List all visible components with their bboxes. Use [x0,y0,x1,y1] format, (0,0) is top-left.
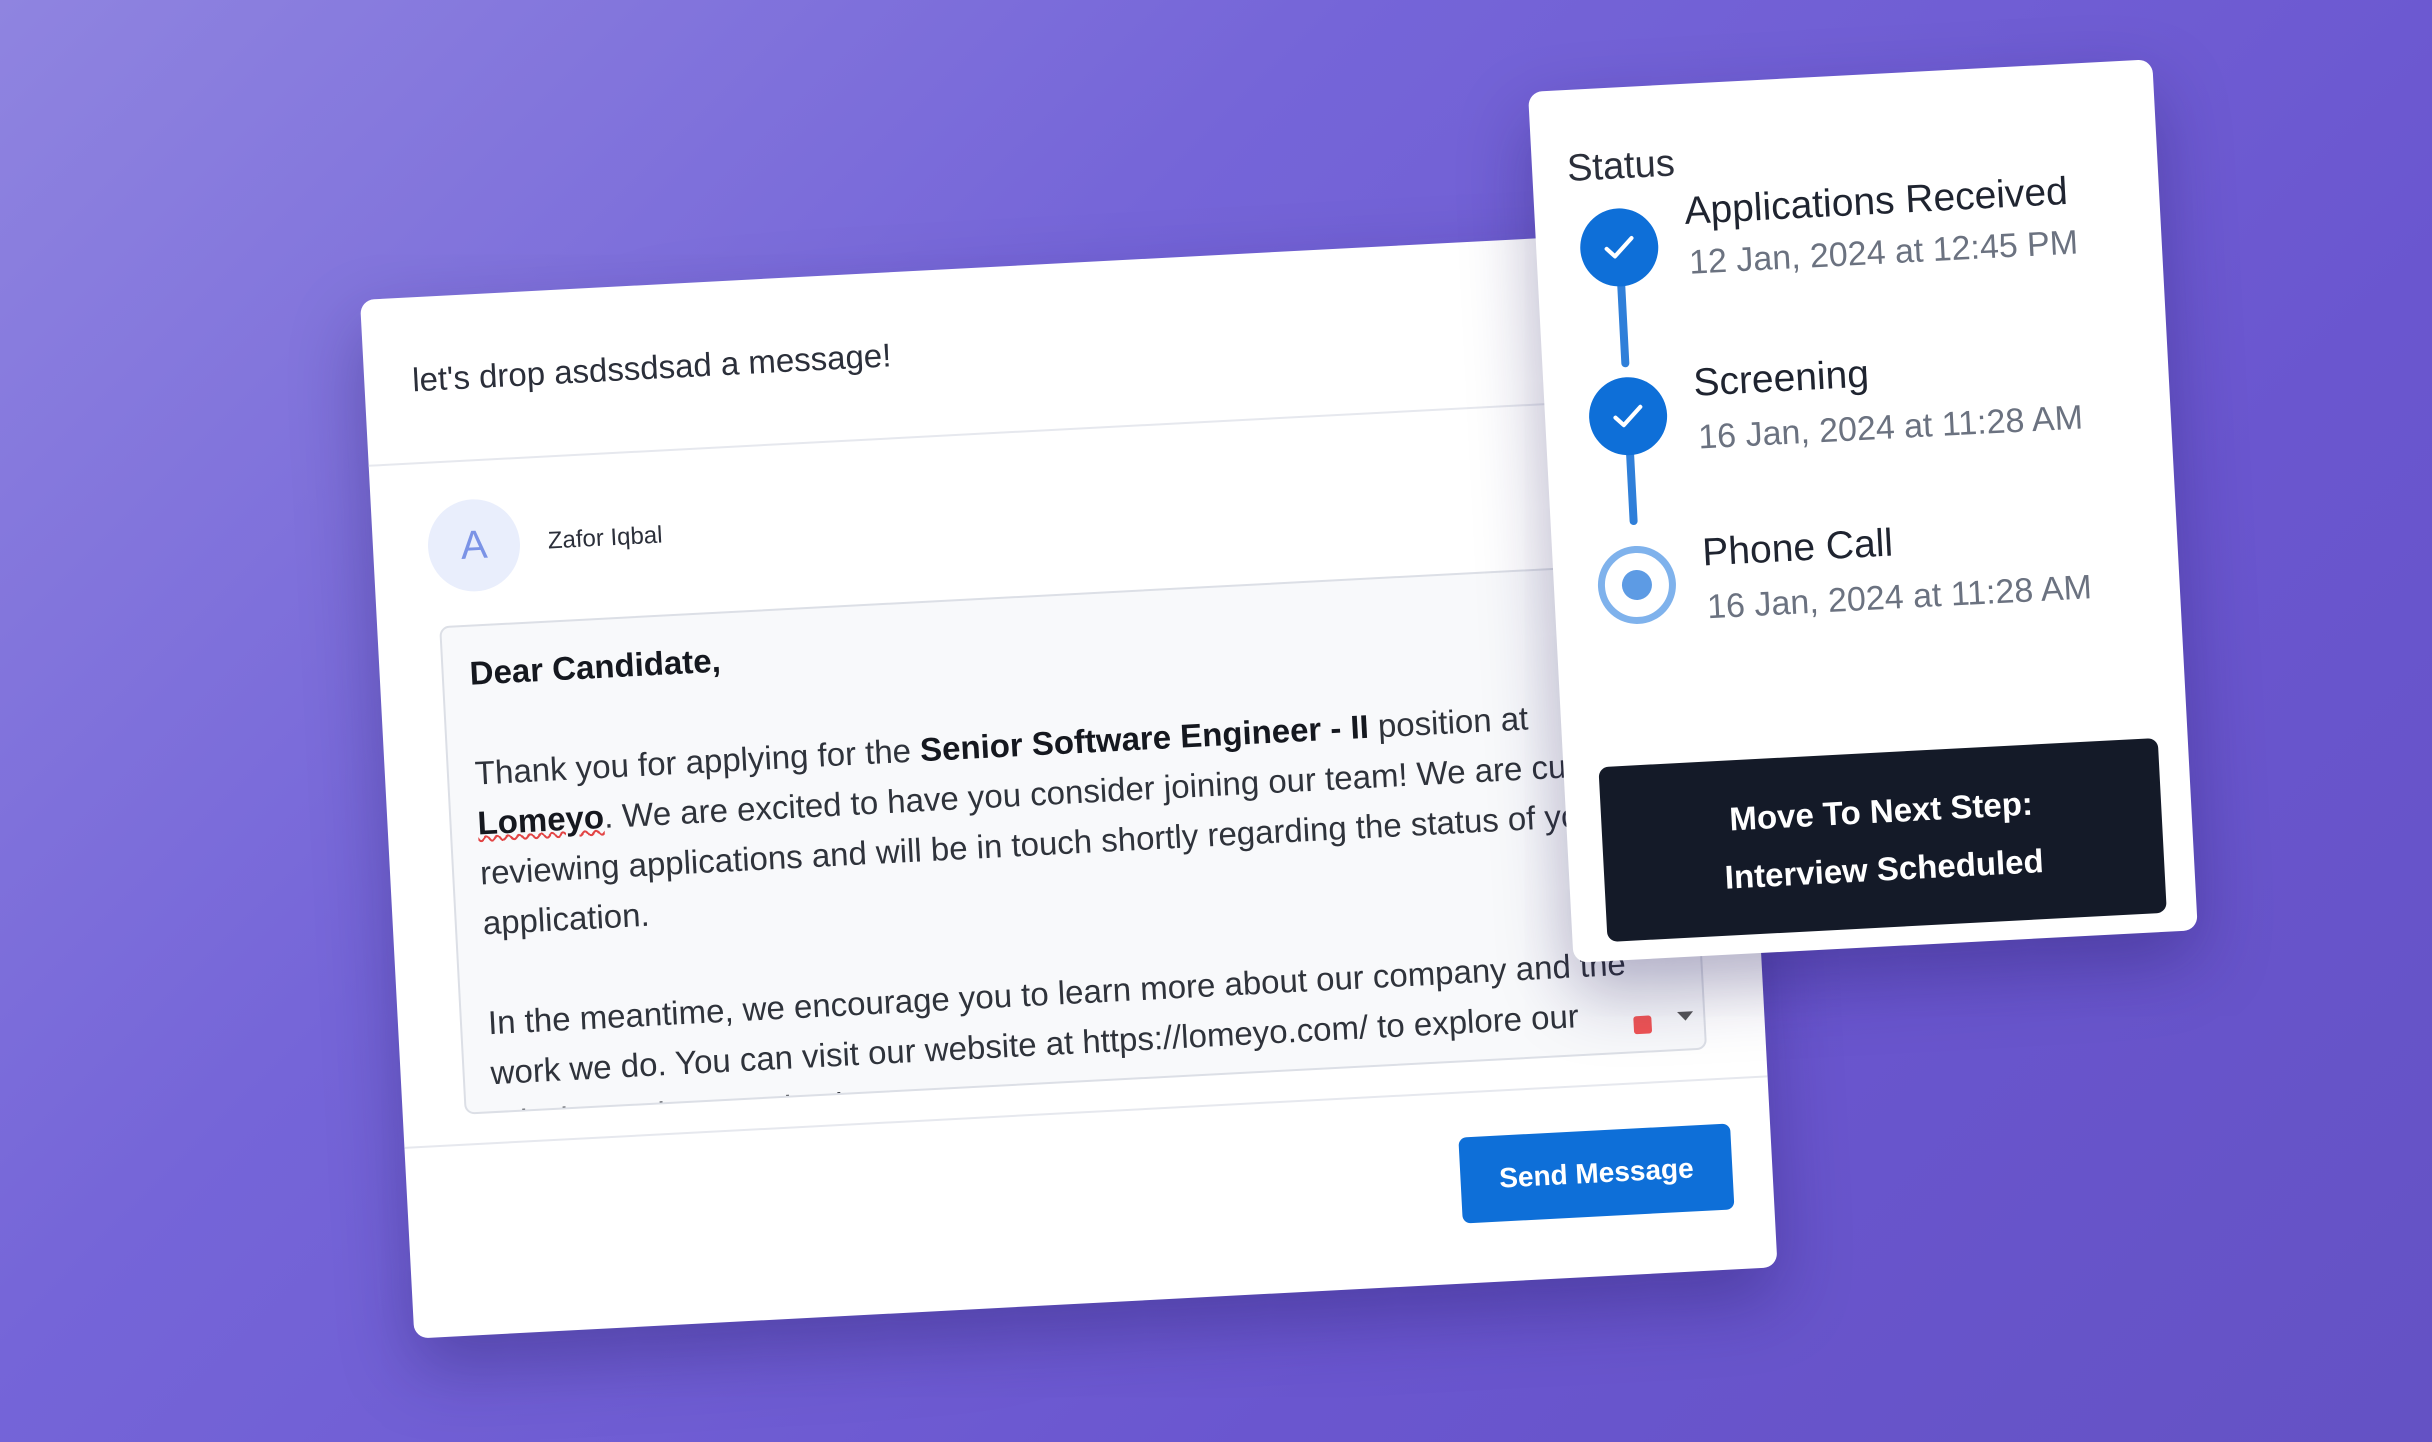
status-card: Status Applications Received 12 Jan, 202… [1528,59,2198,963]
chevron-down-icon[interactable] [1677,1011,1694,1022]
step-date: 16 Jan, 2024 at 11:28 AM [1697,398,2084,457]
check-icon [1578,206,1661,289]
sender-name: Zafor Iqbal [547,521,664,555]
grammar-indicator-icon[interactable] [1633,1015,1653,1035]
p1-mid: position at [1367,699,1530,745]
step-name: Applications Received [1683,169,2069,233]
p1-start: Thank you for applying for the [473,731,922,792]
paragraph-2: In the meantime, we encourage you to lea… [487,944,1627,1115]
radio-current-icon [1595,543,1678,626]
check-icon [1587,375,1670,458]
send-message-button[interactable]: Send Message [1458,1123,1735,1224]
avatar: A [425,497,523,594]
message-editor[interactable]: Dear Candidate, Thank you for applying f… [439,561,1708,1115]
greeting-text: Dear Candidate, [468,641,722,692]
position-text: Senior Software Engineer - II [919,707,1370,769]
step-date: 12 Jan, 2024 at 12:45 PM [1688,223,2080,282]
next-button-line2: Interview Scheduled [1723,841,2045,896]
step-date: 16 Jan, 2024 at 11:28 AM [1706,568,2093,627]
company-name: Lomeyo [476,797,605,842]
paragraph-1: Thank you for applying for the Senior So… [474,686,1671,948]
status-title: Status [1565,142,1676,191]
step-name: Screening [1692,352,1870,405]
card-footer: Send Message [404,1075,1778,1341]
move-to-next-step-button[interactable]: Move To Next Step: Interview Scheduled [1598,737,2167,942]
message-body[interactable]: Dear Candidate, Thank you for applying f… [441,563,1707,1115]
step-name: Phone Call [1701,521,1895,575]
next-button-line1: Move To Next Step: [1728,784,2034,837]
